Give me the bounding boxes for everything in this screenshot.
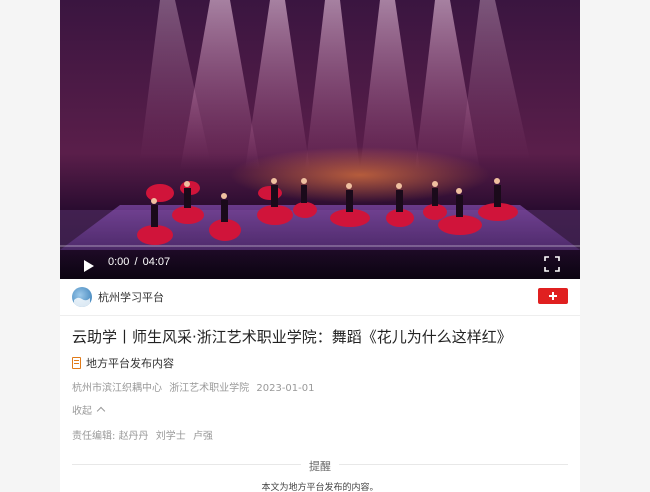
editor-name: 赵丹丹 <box>118 431 149 442</box>
meta-author: 浙江艺术职业学院 <box>169 383 250 394</box>
video-player[interactable]: 0:00 / 04:07 <box>60 0 580 279</box>
editors-label: 责任编辑: <box>72 431 116 442</box>
source-bar: 杭州学习平台 <box>60 279 580 316</box>
video-frame <box>60 0 580 279</box>
source-name[interactable]: 杭州学习平台 <box>98 289 164 305</box>
play-icon[interactable] <box>82 258 96 272</box>
time-separator: / <box>134 256 138 268</box>
meta-source: 杭州市滨江织耦中心 <box>72 383 162 394</box>
avatar[interactable] <box>72 287 92 307</box>
notice-text: 本文为地方平台发布的内容。 <box>261 483 379 492</box>
collapse-toggle[interactable]: 收起 <box>72 402 106 417</box>
video-controls: 0:00 / 04:07 <box>60 245 580 279</box>
editor-name: 刘学士 <box>155 431 186 442</box>
fullscreen-icon[interactable] <box>544 256 560 272</box>
time-display: 0:00 / 04:07 <box>108 256 170 268</box>
duration: 04:07 <box>142 256 171 268</box>
article-card: 0:00 / 04:07 杭州学习平台 云助学丨师生风采·浙江艺术职业学院：舞蹈… <box>60 0 580 492</box>
article-title: 云助学丨师生风采·浙江艺术职业学院：舞蹈《花儿为什么这样红》 <box>72 328 512 346</box>
document-icon <box>72 357 81 369</box>
chevron-up-icon <box>96 406 106 416</box>
follow-button[interactable] <box>538 288 568 304</box>
editors-line: 责任编辑: 赵丹丹 刘学士 卢强 <box>72 427 217 442</box>
progress-bar[interactable] <box>60 245 580 247</box>
tag-label: 地方平台发布内容 <box>86 357 174 370</box>
local-platform-tag: 地方平台发布内容 <box>72 355 174 371</box>
meta-date: 2023-01-01 <box>256 383 315 394</box>
article-meta: 杭州市滨江织耦中心 浙江艺术职业学院 2023-01-01 <box>72 379 319 394</box>
editor-name: 卢强 <box>192 431 213 442</box>
notice-title: 提醒 <box>60 458 580 474</box>
current-time: 0:00 <box>108 256 130 268</box>
collapse-label: 收起 <box>72 406 92 417</box>
